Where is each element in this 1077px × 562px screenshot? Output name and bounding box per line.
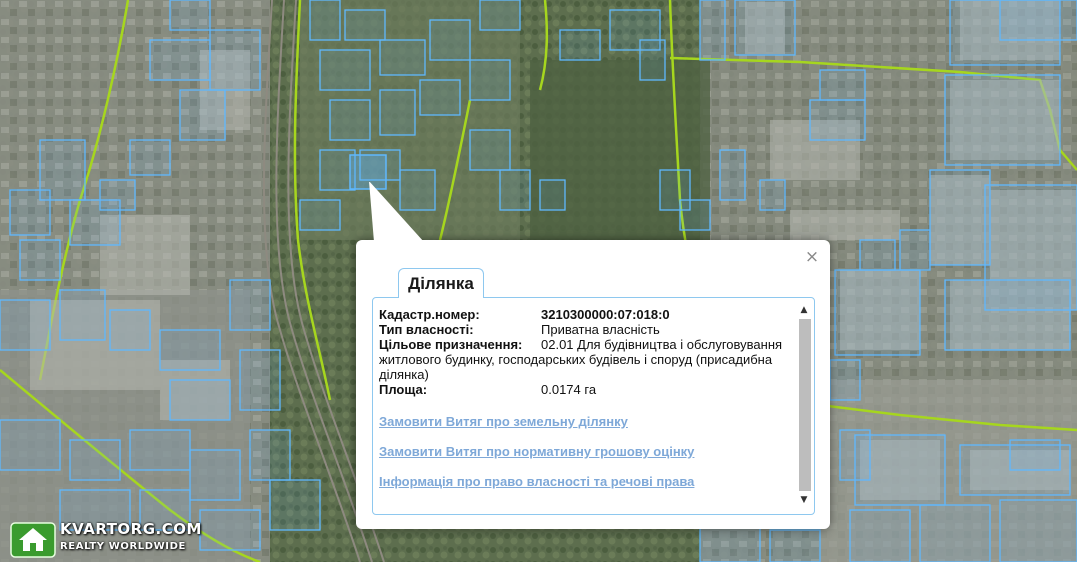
parcel-popup: × Ділянка Кадастр.номер: 3210300000:07:0… bbox=[356, 182, 830, 529]
purpose-label: Цільове призначення: bbox=[379, 337, 523, 352]
cadastral-label: Кадастр.номер: bbox=[379, 307, 480, 322]
watermark-logo: KVARTORG.COM REALTY WORLDWIDE bbox=[10, 520, 201, 560]
parcel-info-content: Кадастр.номер: 3210300000:07:018:0 Тип в… bbox=[379, 307, 789, 489]
order-valuation-extract-link[interactable]: Замовити Витяг про нормативну грошову оц… bbox=[379, 444, 789, 459]
watermark-tagline: REALTY WORLDWIDE bbox=[60, 541, 186, 552]
ownership-value: Приватна власність bbox=[541, 322, 660, 337]
order-land-extract-link[interactable]: Замовити Витяг про земельну ділянку bbox=[379, 414, 789, 429]
vertical-scrollbar[interactable]: ▲ ▼ bbox=[797, 303, 811, 509]
parcel-info-panel: Кадастр.номер: 3210300000:07:018:0 Тип в… bbox=[372, 297, 815, 515]
close-icon[interactable]: × bbox=[804, 249, 820, 266]
cadastral-row: Кадастр.номер: 3210300000:07:018:0 bbox=[379, 307, 789, 322]
ownership-row: Тип власності: Приватна власність bbox=[379, 322, 789, 337]
popup-pointer bbox=[369, 182, 424, 242]
scroll-up-icon[interactable]: ▲ bbox=[797, 303, 811, 317]
watermark-brand: KVARTORG.COM bbox=[60, 520, 202, 538]
ownership-label: Тип власності: bbox=[379, 322, 474, 337]
scrollbar-thumb[interactable] bbox=[799, 319, 811, 491]
house-icon bbox=[10, 522, 56, 558]
area-value: 0.0174 га bbox=[541, 382, 597, 397]
area-row: Площа: 0.0174 га bbox=[379, 382, 789, 397]
purpose-row: Цільове призначення: 02.01 Для будівницт… bbox=[379, 337, 789, 382]
tab-parcel[interactable]: Ділянка bbox=[398, 268, 484, 298]
scroll-down-icon[interactable]: ▼ bbox=[797, 493, 811, 507]
cadastral-value: 3210300000:07:018:0 bbox=[541, 307, 670, 322]
ownership-rights-info-link[interactable]: Інформація про право власності та речові… bbox=[379, 474, 789, 489]
area-label: Площа: bbox=[379, 382, 428, 397]
